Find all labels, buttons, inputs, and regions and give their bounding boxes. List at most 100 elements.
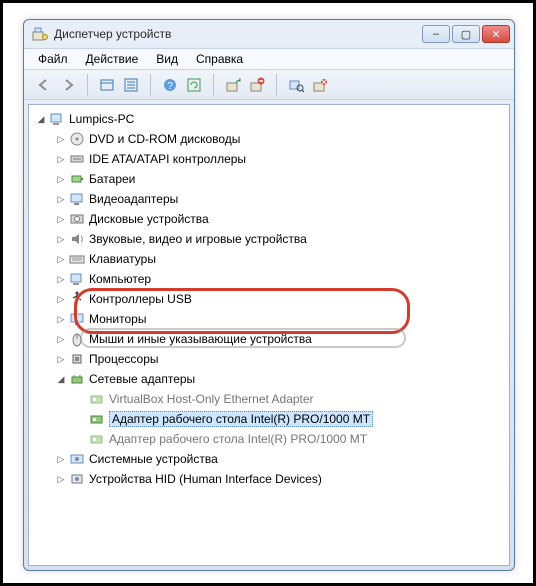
tree-category-label: Контроллеры USB: [89, 292, 192, 306]
tree-category[interactable]: ▷ Клавиатуры: [51, 249, 507, 269]
tree-category-label: Видеоадаптеры: [89, 192, 178, 206]
window-title: Диспетчер устройств: [54, 27, 422, 41]
tree-category-label: Мониторы: [89, 312, 146, 326]
close-button[interactable]: ✕: [482, 25, 510, 43]
computer-icon: [69, 271, 85, 287]
tree-category[interactable]: ▷ Дисковые устройства: [51, 209, 507, 229]
expand-icon[interactable]: ▷: [55, 153, 67, 165]
expand-icon[interactable]: ▷: [55, 353, 67, 365]
tree-device[interactable]: VirtualBox Host-Only Ethernet Adapter: [71, 389, 507, 409]
tree-root[interactable]: ◢ Lumpics-PC: [31, 109, 507, 129]
tree-category-label: Компьютер: [89, 272, 151, 286]
tree-category[interactable]: ▷ Процессоры: [51, 349, 507, 369]
show-hidden-button[interactable]: [95, 73, 119, 97]
expand-icon[interactable]: ▷: [55, 473, 67, 485]
tree-device-label: Адаптер рабочего стола Intel(R) PRO/1000…: [109, 411, 373, 427]
menubar: Файл Действие Вид Справка: [24, 48, 514, 70]
spacer: [75, 393, 87, 405]
tree-category[interactable]: ▷ Устройства HID (Human Interface Devices…: [51, 469, 507, 489]
tree-device-label: VirtualBox Host-Only Ethernet Adapter: [109, 392, 314, 406]
forward-button[interactable]: [56, 73, 80, 97]
expand-icon[interactable]: ▷: [55, 133, 67, 145]
expand-icon[interactable]: ▷: [55, 253, 67, 265]
tree-device[interactable]: Адаптер рабочего стола Intel(R) PRO/1000…: [71, 429, 507, 449]
tree-category[interactable]: ▷ Компьютер: [51, 269, 507, 289]
tree-view[interactable]: ◢ Lumpics-PC ▷ DVD и CD-ROM дисководы ▷ IDE…: [28, 104, 510, 566]
expand-icon[interactable]: ▷: [55, 293, 67, 305]
tree-category[interactable]: ▷ Контроллеры USB: [51, 289, 507, 309]
tree-root-label: Lumpics-PC: [69, 112, 134, 126]
tree-category-label: Батареи: [89, 172, 135, 186]
minimize-button[interactable]: –: [422, 25, 450, 43]
spacer: [75, 413, 87, 425]
tree-device-label: Адаптер рабочего стола Intel(R) PRO/1000…: [109, 432, 367, 446]
usb-icon: [69, 291, 85, 307]
expand-icon[interactable]: ▷: [55, 333, 67, 345]
tree-category[interactable]: ▷ Мыши и иные указывающие устройства: [51, 329, 507, 349]
system-icon: [69, 451, 85, 467]
tree-category[interactable]: ▷ DVD и CD-ROM дисководы: [51, 129, 507, 149]
tree-category-label: Системные устройства: [89, 452, 218, 466]
svg-text:?: ?: [167, 81, 173, 92]
device-manager-window: Диспетчер устройств – ▢ ✕ Файл Действие …: [23, 19, 515, 571]
hid-icon: [69, 471, 85, 487]
expand-icon[interactable]: ▷: [55, 273, 67, 285]
monitor-icon: [69, 311, 85, 327]
expand-icon[interactable]: ▷: [55, 233, 67, 245]
tree-category[interactable]: ◢ Сетевые адаптеры: [51, 369, 507, 389]
tree-category-label: Звуковые, видео и игровые устройства: [89, 232, 307, 246]
menu-help[interactable]: Справка: [188, 50, 251, 68]
sound-icon: [69, 231, 85, 247]
tree-category-label: IDE ATA/ATAPI контроллеры: [89, 152, 246, 166]
expand-icon[interactable]: ▷: [55, 453, 67, 465]
expand-icon[interactable]: ▷: [55, 213, 67, 225]
tree-category[interactable]: ▷ IDE ATA/ATAPI контроллеры: [51, 149, 507, 169]
properties-button[interactable]: [308, 73, 332, 97]
disk-icon: [69, 211, 85, 227]
expand-icon[interactable]: ▷: [55, 193, 67, 205]
tree-category-label: DVD и CD-ROM дисководы: [89, 132, 240, 146]
tree-category[interactable]: ▷ Видеоадаптеры: [51, 189, 507, 209]
spacer: [75, 433, 87, 445]
expand-icon[interactable]: ▷: [55, 313, 67, 325]
update-driver-button[interactable]: [221, 73, 245, 97]
menu-action[interactable]: Действие: [78, 50, 147, 68]
app-icon: [32, 26, 48, 42]
tree-category[interactable]: ▷ Мониторы: [51, 309, 507, 329]
disc-icon: [69, 131, 85, 147]
refresh-button[interactable]: [182, 73, 206, 97]
tree-category-label: Мыши и иные указывающие устройства: [89, 332, 312, 346]
nic-icon: [89, 431, 105, 447]
maximize-button[interactable]: ▢: [452, 25, 480, 43]
ide-icon: [69, 151, 85, 167]
help-button[interactable]: ?: [158, 73, 182, 97]
tree-device[interactable]: Адаптер рабочего стола Intel(R) PRO/1000…: [71, 409, 507, 429]
display-adapter-icon: [69, 191, 85, 207]
titlebar[interactable]: Диспетчер устройств – ▢ ✕: [24, 20, 514, 48]
tree-category[interactable]: ▷ Системные устройства: [51, 449, 507, 469]
tree-category-label: Дисковые устройства: [89, 212, 209, 226]
battery-icon: [69, 171, 85, 187]
tree-category-label: Клавиатуры: [89, 252, 156, 266]
keyboard-icon: [69, 251, 85, 267]
details-button[interactable]: [119, 73, 143, 97]
mouse-icon: [69, 331, 85, 347]
collapse-icon[interactable]: ◢: [35, 113, 47, 125]
collapse-icon[interactable]: ◢: [55, 373, 67, 385]
toolbar: ?: [24, 70, 514, 100]
uninstall-button[interactable]: [245, 73, 269, 97]
tree-category[interactable]: ▷ Звуковые, видео и игровые устройства: [51, 229, 507, 249]
menu-file[interactable]: Файл: [30, 50, 76, 68]
cpu-icon: [69, 351, 85, 367]
tree-category-label: Устройства HID (Human Interface Devices): [89, 472, 322, 486]
expand-icon[interactable]: ▷: [55, 173, 67, 185]
menu-view[interactable]: Вид: [148, 50, 186, 68]
back-button[interactable]: [32, 73, 56, 97]
tree-category-label: Процессоры: [89, 352, 159, 366]
nic-icon: [89, 391, 105, 407]
computer-icon: [49, 111, 65, 127]
tree-category[interactable]: ▷ Батареи: [51, 169, 507, 189]
scan-hardware-button[interactable]: [284, 73, 308, 97]
tree-category-label: Сетевые адаптеры: [89, 372, 195, 386]
nic-icon: [89, 411, 105, 427]
